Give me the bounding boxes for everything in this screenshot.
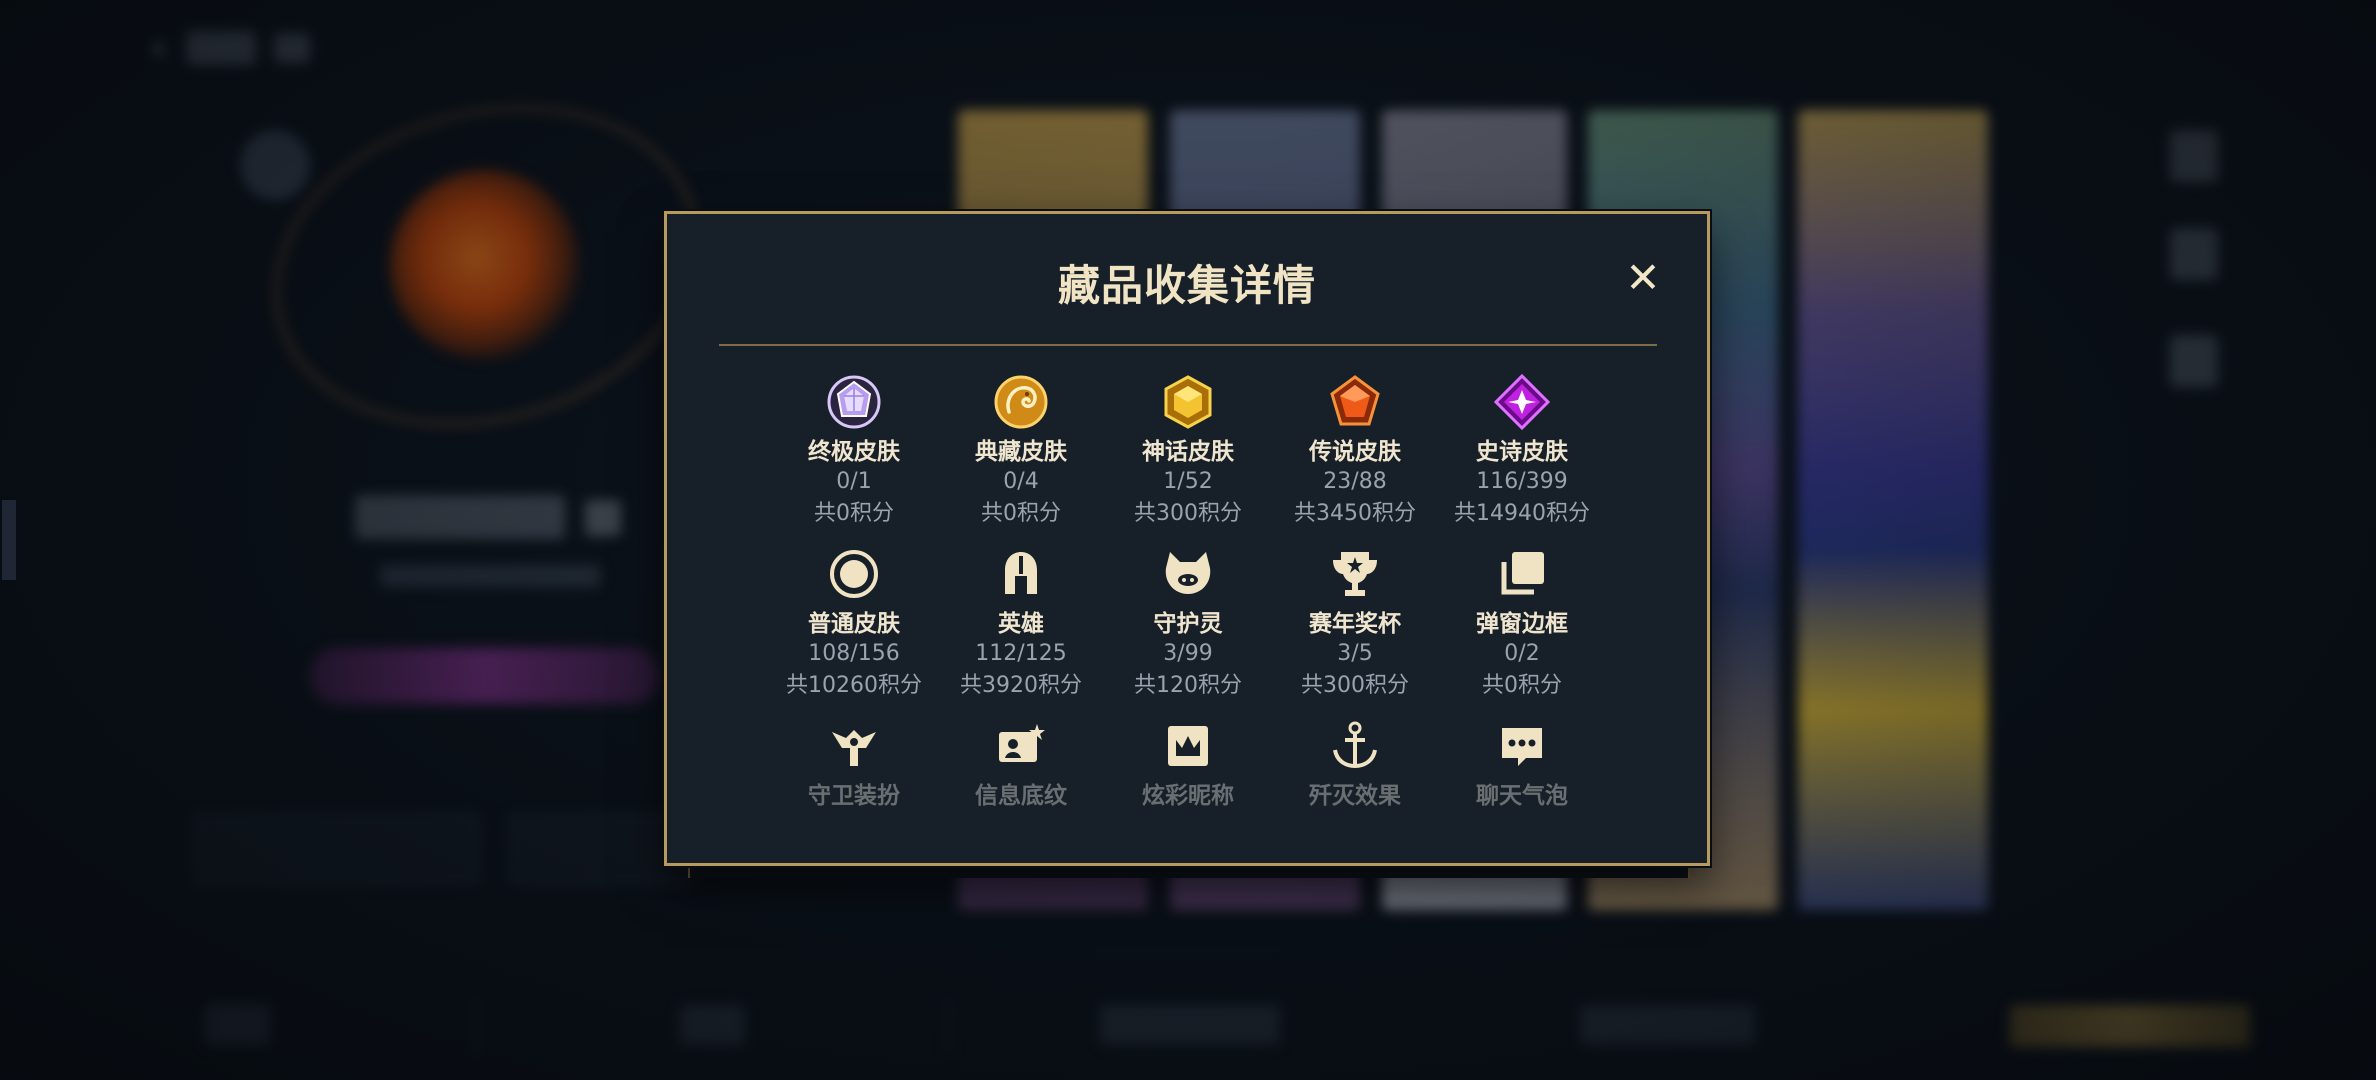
item-count: 1/52 [1163,469,1213,494]
info-card-icon [999,724,1045,762]
scroll-fade-mask [667,803,1707,863]
collection-item-info-card[interactable]: 信息底纹 [931,718,1111,810]
ward-skin-icon [832,730,876,766]
collection-item-hero[interactable]: 英雄 112/125 共3920积分 [931,546,1111,702]
collection-item-mythic-skin[interactable]: 神话皮肤 1/52 共300积分 [1098,374,1278,530]
popup-frame-icon [1501,552,1544,595]
item-points: 共300积分 [1301,673,1409,698]
item-count: 112/125 [975,641,1067,666]
anchor-effect-icon [1333,721,1377,769]
item-name: 普通皮肤 [808,611,900,637]
item-count: 0/1 [836,469,872,494]
item-name: 英雄 [998,611,1044,637]
item-count: 3/5 [1337,641,1373,666]
helmet-icon [1005,552,1037,594]
left-edge-watermark [2,500,16,580]
item-count: 3/99 [1163,641,1213,666]
item-name: 传说皮肤 [1309,439,1401,465]
collection-item-chat-bubble[interactable]: 聊天气泡 [1432,718,1612,810]
collection-details-modal: 藏品收集详情 ✕ 终极皮肤 0/1 共0积分 典藏皮肤 0/4 共0积分 神话皮… [664,211,1710,866]
chat-bubble-icon [1502,728,1542,766]
collection-item-legendary-skin[interactable]: 传说皮肤 23/88 共3450积分 [1265,374,1445,530]
item-name: 赛年奖杯 [1309,611,1401,637]
item-name: 史诗皮肤 [1476,439,1568,465]
item-count: 108/156 [808,641,900,666]
item-name: 弹窗边框 [1476,611,1568,637]
item-name: 神话皮肤 [1142,439,1234,465]
epic-skin-icon [1494,374,1550,430]
collection-item-normal-skin[interactable]: 普通皮肤 108/156 共10260积分 [764,546,944,702]
collection-item-colorful-nickname[interactable]: 炫彩昵称 [1098,718,1278,810]
collection-skin-icon [994,375,1048,429]
close-icon[interactable]: ✕ [1623,257,1663,299]
item-points: 共14940积分 [1454,501,1590,526]
item-points: 共3920积分 [960,673,1082,698]
mythic-skin-icon [1164,375,1212,429]
item-count: 0/2 [1504,641,1540,666]
item-points: 共3450积分 [1294,501,1416,526]
item-points: 共0积分 [814,501,894,526]
item-count: 0/4 [1003,469,1039,494]
collection-item-annihilation-effect[interactable]: 歼灭效果 [1265,718,1445,810]
normal-skin-icon [830,550,878,598]
collection-item-season-trophy[interactable]: 赛年奖杯 3/5 共300积分 [1265,546,1445,702]
modal-title: 藏品收集详情 [1057,261,1316,310]
guardian-spirit-icon [1165,552,1211,594]
item-name: 守护灵 [1153,611,1223,637]
title-divider [719,344,1657,346]
item-points: 共0积分 [981,501,1061,526]
collection-item-collection-skin[interactable]: 典藏皮肤 0/4 共0积分 [931,374,1111,530]
item-points: 共300积分 [1134,501,1242,526]
item-points: 共0积分 [1482,673,1562,698]
item-name: 典藏皮肤 [975,439,1067,465]
trophy-icon [1333,552,1377,596]
ultimate-skin-icon [827,375,881,429]
collection-item-ward-skin[interactable]: 守卫装扮 [764,718,944,810]
item-points: 共120积分 [1134,673,1242,698]
collection-item-epic-skin[interactable]: 史诗皮肤 116/399 共14940积分 [1432,374,1612,530]
crown-nickname-icon [1168,726,1208,766]
modal-shadow-base [688,866,1690,878]
item-count: 116/399 [1476,469,1568,494]
item-name: 终极皮肤 [808,439,900,465]
collection-item-ultimate-skin[interactable]: 终极皮肤 0/1 共0积分 [764,374,944,530]
collection-grid: 终极皮肤 0/1 共0积分 典藏皮肤 0/4 共0积分 神话皮肤 1/52 共3… [667,374,1707,863]
collection-item-popup-frame[interactable]: 弹窗边框 0/2 共0积分 [1432,546,1612,702]
item-count: 23/88 [1323,469,1387,494]
collection-item-guardian-spirit[interactable]: 守护灵 3/99 共120积分 [1098,546,1278,702]
item-points: 共10260积分 [786,673,922,698]
legendary-skin-icon [1330,375,1380,426]
